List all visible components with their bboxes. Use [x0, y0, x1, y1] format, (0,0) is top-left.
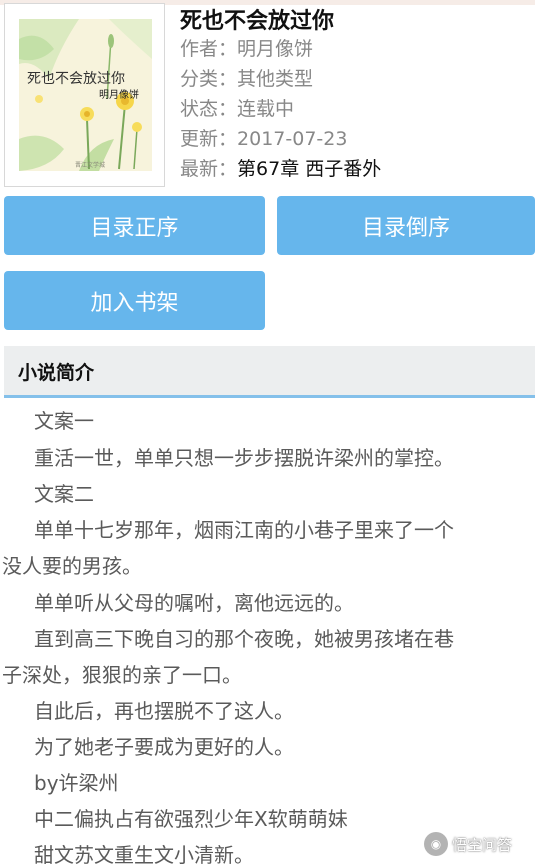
book-cover-image: 死也不会放过你 明月像饼 晋江文学城: [19, 19, 152, 171]
synopsis-line: 文案二: [14, 482, 94, 506]
meta-status-label: 状态：: [180, 98, 238, 120]
wukong-logo-icon: ◉: [424, 832, 448, 856]
synopsis-line: 直到高三下晚自习的那个夜晚，她被男孩堵在巷: [14, 627, 454, 651]
cover-title-text: 死也不会放过你: [27, 71, 125, 87]
watermark-text: 悟空问答: [452, 835, 513, 854]
meta-updated-label: 更新：: [180, 128, 238, 150]
synopsis-line: by许梁州: [14, 771, 119, 795]
cover-publisher-text: 晋江文学城: [75, 162, 106, 169]
synopsis-line: 甜文苏文重生文小清新。: [14, 843, 254, 864]
meta-latest: 最新：第67章 西子番外: [180, 154, 381, 181]
catalog-ascending-button[interactable]: 目录正序: [4, 196, 265, 255]
meta-author-value[interactable]: 明月像饼: [237, 38, 313, 60]
meta-category-label: 分类：: [180, 68, 238, 90]
synopsis-section-title: 小说简介: [18, 362, 95, 384]
meta-latest-chapter-link[interactable]: 第67章 西子番外: [237, 158, 381, 180]
add-to-bookshelf-button[interactable]: 加入书架: [4, 271, 265, 330]
synopsis-line: 没人要的男孩。: [2, 554, 142, 578]
meta-category: 分类：其他类型: [180, 64, 313, 91]
cover-author-text: 明月像饼: [99, 90, 139, 101]
meta-category-value[interactable]: 其他类型: [237, 68, 313, 90]
synopsis-line: 中二偏执占有欲强烈少年X软萌萌妹: [14, 807, 348, 831]
synopsis-line: 文案一: [14, 409, 94, 433]
book-cover-frame[interactable]: 死也不会放过你 明月像饼 晋江文学城: [4, 3, 165, 187]
meta-status: 状态：连载中: [180, 94, 294, 121]
meta-author-label: 作者：: [180, 38, 238, 60]
synopsis-line: 自此后，再也摆脱不了这人。: [14, 699, 294, 723]
meta-author: 作者：明月像饼: [180, 34, 313, 61]
meta-latest-label: 最新：: [180, 158, 238, 180]
synopsis-section-header: 小说简介: [4, 346, 535, 398]
catalog-descending-button[interactable]: 目录倒序: [277, 196, 535, 255]
meta-updated: 更新：2017-07-23: [180, 124, 347, 151]
synopsis-line: 为了她老子要成为更好的人。: [14, 735, 294, 759]
synopsis-line: 单单十七岁那年，烟雨江南的小巷子里来了一个: [14, 518, 454, 542]
synopsis-line: 子深处，狠狠的亲了一口。: [2, 663, 242, 687]
wukong-watermark: ◉ 悟空问答: [424, 832, 512, 856]
meta-updated-value: 2017-07-23: [237, 128, 348, 150]
synopsis-line: 重活一世，单单只想一步步摆脱许梁州的掌控。: [14, 446, 454, 470]
synopsis-line: 单单听从父母的嘱咐，离他远远的。: [14, 591, 354, 615]
book-title: 死也不会放过你: [180, 9, 335, 34]
meta-status-value: 连载中: [237, 98, 295, 120]
